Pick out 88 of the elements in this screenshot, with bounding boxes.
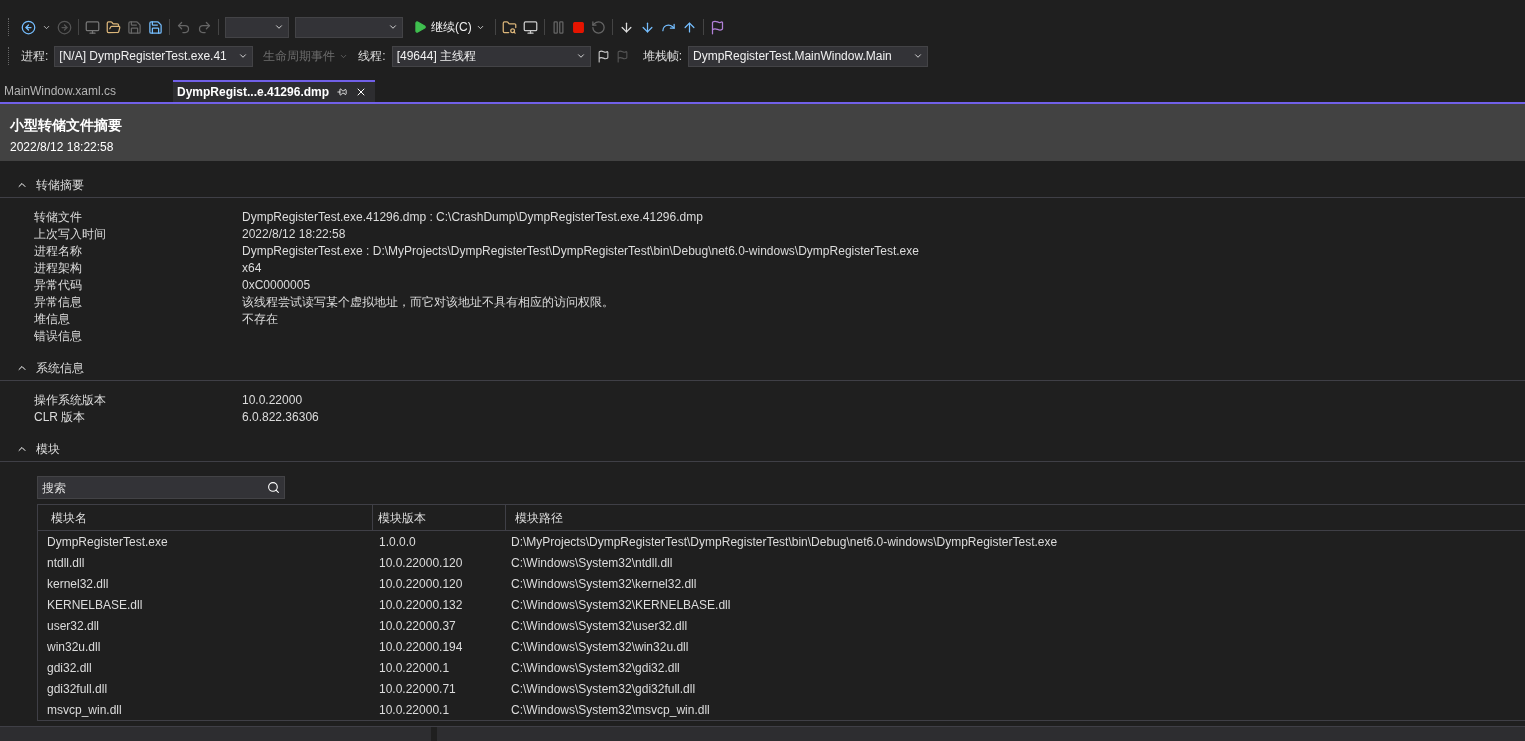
- property-label: 转储文件: [34, 208, 83, 226]
- step-down-icon[interactable]: [639, 19, 655, 35]
- back-icon[interactable]: [21, 19, 36, 35]
- table-cell-text: 10.0.22000.120: [378, 575, 464, 593]
- table-cell-text: msvcp_win.dll: [46, 701, 123, 719]
- search-icon[interactable]: [267, 481, 280, 494]
- table-cell-text: 10.0.22000.71: [378, 680, 457, 698]
- save-icon[interactable]: [127, 19, 142, 35]
- table-cell-text: C:\Windows\System32\user32.dll: [510, 617, 689, 635]
- section-title: 系统信息: [36, 359, 84, 377]
- window-icon[interactable]: [522, 19, 538, 35]
- thread-label: 线程:: [358, 48, 386, 65]
- stack-frame-dropdown[interactable]: DympRegisterTest.MainWindow.Main: [688, 45, 929, 67]
- thread-dropdown[interactable]: [49644] 主线程: [391, 45, 591, 67]
- pause-icon[interactable]: [550, 19, 566, 35]
- save-all-icon[interactable]: [148, 19, 163, 35]
- stop-icon[interactable]: [571, 20, 585, 34]
- continue-button[interactable]: 继续(C): [409, 16, 489, 38]
- restart-icon[interactable]: [590, 19, 606, 35]
- table-cell-text: C:\Windows\System32\gdi32.dll: [510, 659, 681, 677]
- property-label: 上次写入时间: [34, 225, 107, 243]
- property-value: 0xC0000005: [242, 276, 311, 294]
- table-cell-text: 10.0.22000.1: [378, 659, 451, 677]
- table-cell-text: C:\Windows\System32\win32u.dll: [510, 638, 690, 656]
- property-value: DympRegisterTest.exe : D:\MyProjects\DympRegisterTest\DympRegisterTest\bin\Debug\net6.0-windows\DympRegisterTest.exe: [242, 242, 919, 260]
- column-header[interactable]: 模块版本: [373, 505, 506, 530]
- column-header[interactable]: 模块路径: [506, 505, 1525, 530]
- step-out-icon[interactable]: [681, 19, 697, 35]
- caret-icon: [575, 51, 586, 61]
- table-cell-text: C:\Windows\System32\kernel32.dll: [510, 575, 698, 593]
- property-label: 操作系统版本: [34, 391, 107, 409]
- folder-search-icon[interactable]: [501, 19, 517, 35]
- property-value: 6.0.822.36306: [242, 408, 319, 426]
- property-value: 2022/8/12 18:22:58: [242, 225, 346, 243]
- property-value: 该线程尝试读写某个虚拟地址，而它对该地址不具有相应的访问权限。: [242, 293, 614, 311]
- property-value: x64: [242, 259, 262, 277]
- process-dropdown[interactable]: [N/A] DympRegisterTest.exe.41: [54, 45, 254, 67]
- table-cell-text: gdi32.dll: [46, 659, 93, 677]
- property-value: DympRegisterTest.exe.41296.dmp : C:\CrashDump\DympRegisterTest.exe.41296.dmp: [242, 208, 703, 226]
- caret-icon: [388, 22, 398, 32]
- property-label: 错误信息: [34, 327, 83, 345]
- folder-icon[interactable]: [106, 19, 121, 35]
- property-label: 异常信息: [34, 293, 83, 311]
- table-cell-text: C:\Windows\System32\KERNELBASE.dll: [510, 596, 732, 614]
- stack-frame-label: 堆栈帧:: [642, 48, 683, 65]
- document-tab[interactable]: MainWindow.xaml.cs: [0, 80, 172, 102]
- property-label: 进程名称: [34, 242, 83, 260]
- caret-icon: [913, 51, 924, 61]
- flag-icon[interactable]: [596, 49, 610, 63]
- table-cell-text: 10.0.22000.194: [378, 638, 464, 656]
- undo-icon[interactable]: [176, 19, 191, 35]
- table-cell-text: DympRegisterTest.exe: [46, 533, 169, 551]
- property-label: 异常代码: [34, 276, 83, 294]
- property-value: 10.0.22000: [242, 391, 303, 409]
- table-cell-text: C:\Windows\System32\ntdll.dll: [510, 554, 674, 572]
- redo-icon[interactable]: [197, 19, 212, 35]
- step-into-icon[interactable]: [618, 19, 634, 35]
- process-label: 进程:: [21, 48, 49, 65]
- property-value: 不存在: [242, 310, 278, 328]
- table-cell-text: user32.dll: [46, 617, 101, 635]
- summary-timestamp: 2022/8/12 18:22:58: [10, 139, 115, 156]
- table-cell-text: KERNELBASE.dll: [46, 596, 144, 614]
- table-cell-text: gdi32full.dll: [46, 680, 109, 698]
- table-cell-text: 10.0.22000.37: [378, 617, 457, 635]
- property-label: CLR 版本: [34, 408, 87, 426]
- table-cell-text: 1.0.0.0: [378, 533, 417, 551]
- section-title: 模块: [36, 440, 60, 458]
- table-cell-text: kernel32.dll: [46, 575, 110, 593]
- table-cell-text: ntdll.dll: [46, 554, 86, 572]
- table-cell-text: C:\Windows\System32\gdi32full.dll: [510, 680, 697, 698]
- table-cell-text: 10.0.22000.120: [378, 554, 464, 572]
- table-cell-text: 10.0.22000.132: [378, 596, 464, 614]
- search-field[interactable]: 搜索: [37, 476, 285, 499]
- property-label: 堆信息: [34, 310, 71, 328]
- section-title: 转储摘要: [36, 176, 84, 194]
- column-header[interactable]: 模块名: [38, 505, 373, 530]
- flag-icon[interactable]: [709, 19, 725, 35]
- caret-icon: [238, 51, 249, 61]
- table-cell-text: 10.0.22000.1: [378, 701, 451, 719]
- caret-icon: [274, 22, 284, 32]
- summary-title: 小型转储文件摘要: [10, 116, 123, 134]
- play-icon: [413, 20, 427, 34]
- document-tab[interactable]: DympRegist...e.41296.dmp: [173, 80, 376, 102]
- table-cell-text: D:\MyProjects\DympRegisterTest\DympRegisterTest\bin\Debug\net6.0-windows\DympRegisterTest.exe: [510, 533, 1059, 551]
- table-cell-text: win32u.dll: [46, 638, 102, 656]
- property-label: 进程架构: [34, 259, 83, 277]
- new-item-icon[interactable]: [85, 19, 100, 35]
- table-cell-text: C:\Windows\System32\msvcp_win.dll: [510, 701, 711, 719]
